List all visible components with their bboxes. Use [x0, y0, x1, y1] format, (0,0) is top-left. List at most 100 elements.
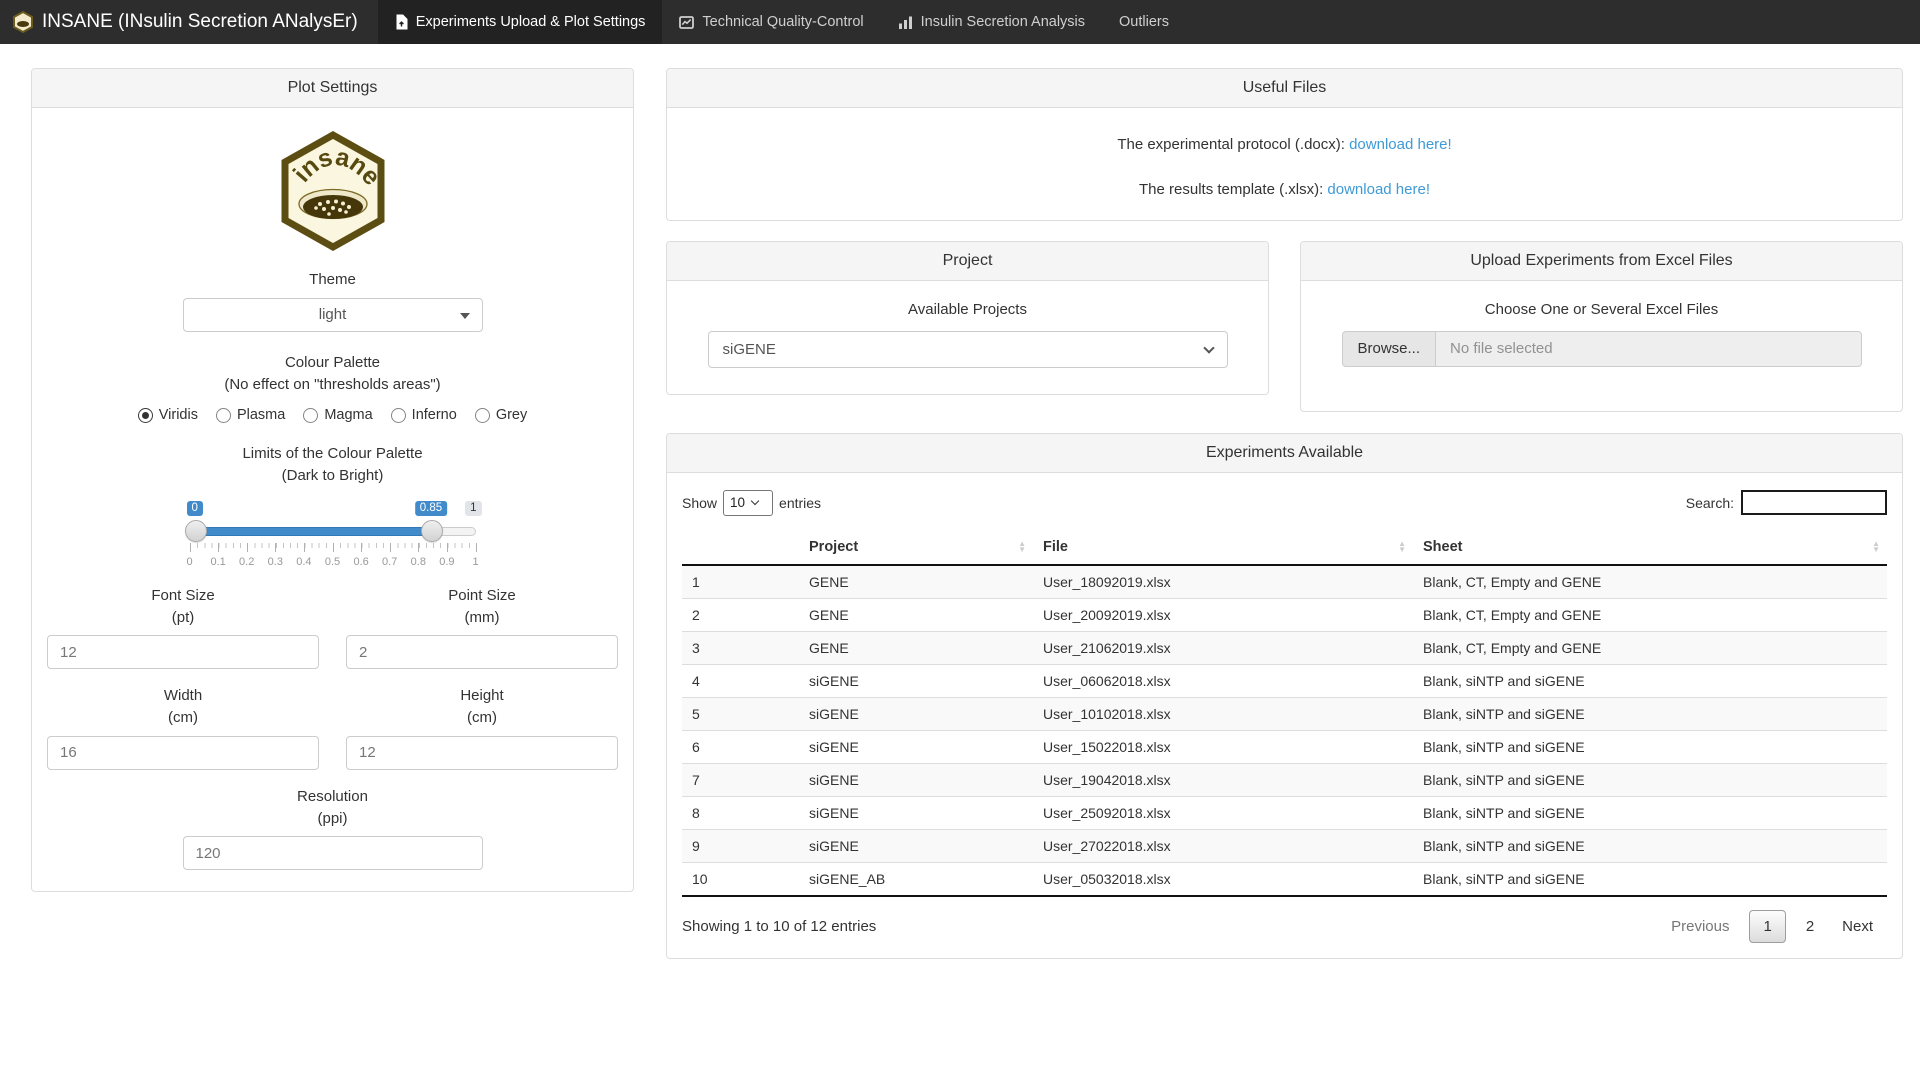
navbar: INSANE (INsulin Secretion ANalysEr) Expe… — [0, 0, 1920, 44]
theme-select[interactable]: light — [183, 298, 483, 332]
tick-label: 0 — [186, 556, 192, 568]
app-title: INSANE (INsulin Secretion ANalysEr) — [42, 11, 358, 33]
tick-label: 0.1 — [210, 556, 225, 568]
palette-option-grey[interactable]: Grey — [475, 407, 527, 423]
tick-label: 0.6 — [353, 556, 368, 568]
radio-label: Viridis — [159, 407, 198, 423]
radio-icon — [475, 408, 490, 423]
upload-title: Upload Experiments from Excel Files — [1301, 242, 1902, 281]
template-text: The results template (.xlsx): — [1139, 181, 1327, 198]
table-row[interactable]: 4siGENEUser_06062018.xlsxBlank, siNTP an… — [682, 664, 1887, 697]
page-length-value: 10 — [730, 495, 745, 510]
slider-track[interactable] — [190, 527, 476, 536]
slider-bar — [191, 527, 432, 536]
point-size-label: Point Size — [346, 585, 618, 607]
sort-icon: ▲▼ — [1018, 541, 1026, 553]
palette-option-plasma[interactable]: Plasma — [216, 407, 285, 423]
tab-outliers[interactable]: Outliers — [1102, 0, 1186, 44]
experiments-panel: Experiments Available Show 10 entries Se… — [666, 433, 1903, 959]
tab-label: Outliers — [1119, 14, 1169, 30]
browse-button[interactable]: Browse... — [1342, 331, 1437, 367]
bar-chart-icon — [898, 16, 913, 29]
tick-label: 0.9 — [439, 556, 454, 568]
palette-radio-group: Viridis Plasma Magma Inferno — [47, 407, 618, 423]
palette-label: Colour Palette — [47, 352, 618, 374]
show-label: Show — [682, 495, 717, 511]
tick-label: 0.5 — [325, 556, 340, 568]
sort-icon: ▲▼ — [1398, 541, 1406, 553]
slider-grid: 0 0.1 0.2 0.3 0.4 0.5 0.6 0.7 0.8 0.9 1 — [190, 543, 476, 569]
radio-label: Plasma — [237, 407, 285, 423]
tick-label: 0.2 — [239, 556, 254, 568]
table-row[interactable]: 7siGENEUser_19042018.xlsxBlank, siNTP an… — [682, 763, 1887, 796]
table-row[interactable]: 6siGENEUser_15022018.xlsxBlank, siNTP an… — [682, 730, 1887, 763]
width-input[interactable] — [47, 736, 319, 770]
app-brand[interactable]: INSANE (INsulin Secretion ANalysEr) — [0, 0, 374, 44]
file-upload-icon — [395, 14, 408, 30]
entries-label: entries — [779, 495, 821, 511]
project-select[interactable]: siGENE — [708, 331, 1228, 368]
tab-label: Experiments Upload & Plot Settings — [416, 14, 646, 30]
page-1-button[interactable]: 1 — [1749, 910, 1785, 943]
search-control: Search: — [1686, 490, 1887, 515]
experiments-title: Experiments Available — [667, 434, 1902, 473]
next-page-button[interactable]: Next — [1828, 910, 1887, 943]
template-download-link[interactable]: download here! — [1327, 181, 1430, 198]
table-row[interactable]: 5siGENEUser_10102018.xlsxBlank, siNTP an… — [682, 697, 1887, 730]
palette-option-inferno[interactable]: Inferno — [391, 407, 457, 423]
previous-page-button[interactable]: Previous — [1657, 910, 1743, 943]
tick-label: 1 — [472, 556, 478, 568]
page-2-button[interactable]: 2 — [1792, 910, 1828, 943]
radio-checked-icon — [138, 408, 153, 423]
radio-label: Grey — [496, 407, 527, 423]
navbar-tabs: Experiments Upload & Plot Settings Techn… — [378, 0, 1186, 44]
plot-settings-title: Plot Settings — [32, 69, 633, 108]
table-row[interactable]: 9siGENEUser_27022018.xlsxBlank, siNTP an… — [682, 829, 1887, 862]
tab-experiments-upload[interactable]: Experiments Upload & Plot Settings — [378, 0, 663, 44]
radio-label: Magma — [324, 407, 372, 423]
radio-icon — [391, 408, 406, 423]
protocol-download-link[interactable]: download here! — [1349, 136, 1452, 153]
font-size-unit: (pt) — [47, 607, 319, 629]
col-project[interactable]: Project▲▼ — [799, 530, 1033, 565]
palette-option-magma[interactable]: Magma — [303, 407, 372, 423]
col-file[interactable]: File▲▼ — [1033, 530, 1413, 565]
insane-logo-image: insane — [279, 131, 387, 251]
palette-limits-slider[interactable]: 0 0.85 1 — [190, 501, 476, 565]
table-row[interactable]: 3GENEUser_21062019.xlsxBlank, CT, Empty … — [682, 631, 1887, 664]
file-selected-field[interactable]: No file selected — [1436, 331, 1861, 367]
search-input[interactable] — [1741, 490, 1887, 515]
pagination: Previous 1 2 Next — [1657, 910, 1887, 943]
width-unit: (cm) — [47, 707, 319, 729]
font-size-input[interactable] — [47, 635, 319, 669]
page-length-select[interactable]: 10 — [723, 490, 773, 516]
slider-to-label: 0.85 — [415, 501, 447, 516]
radio-label: Inferno — [412, 407, 457, 423]
theme-select-value: light — [319, 306, 347, 323]
tab-insulin-secretion[interactable]: Insulin Secretion Analysis — [881, 0, 1102, 44]
useful-files-panel: Useful Files The experimental protocol (… — [666, 68, 1903, 221]
height-label: Height — [346, 685, 618, 707]
choose-files-label: Choose One or Several Excel Files — [1316, 299, 1887, 321]
table-row[interactable]: 10siGENE_ABUser_05032018.xlsxBlank, siNT… — [682, 862, 1887, 896]
height-input[interactable] — [346, 736, 618, 770]
slider-labels: 0 0.85 1 — [190, 501, 476, 521]
table-row[interactable]: 8siGENEUser_25092018.xlsxBlank, siNTP an… — [682, 796, 1887, 829]
width-label: Width — [47, 685, 319, 707]
project-select-value: siGENE — [723, 341, 776, 358]
radio-icon — [216, 408, 231, 423]
upload-panel: Upload Experiments from Excel Files Choo… — [1300, 241, 1903, 412]
table-row[interactable]: 2GENEUser_20092019.xlsxBlank, CT, Empty … — [682, 598, 1887, 631]
slider-handle-from[interactable] — [185, 520, 207, 542]
tab-technical-qc[interactable]: Technical Quality-Control — [662, 0, 880, 44]
font-size-label: Font Size — [47, 585, 319, 607]
plot-settings-panel: Plot Settings insane — [31, 68, 634, 892]
table-row[interactable]: 1GENEUser_18092019.xlsxBlank, CT, Empty … — [682, 565, 1887, 599]
radio-icon — [303, 408, 318, 423]
tab-label: Insulin Secretion Analysis — [921, 14, 1085, 30]
col-sheet[interactable]: Sheet▲▼ — [1413, 530, 1887, 565]
point-size-input[interactable] — [346, 635, 618, 669]
resolution-input[interactable] — [183, 836, 483, 870]
palette-option-viridis[interactable]: Viridis — [138, 407, 198, 423]
slider-handle-to[interactable] — [421, 520, 443, 542]
